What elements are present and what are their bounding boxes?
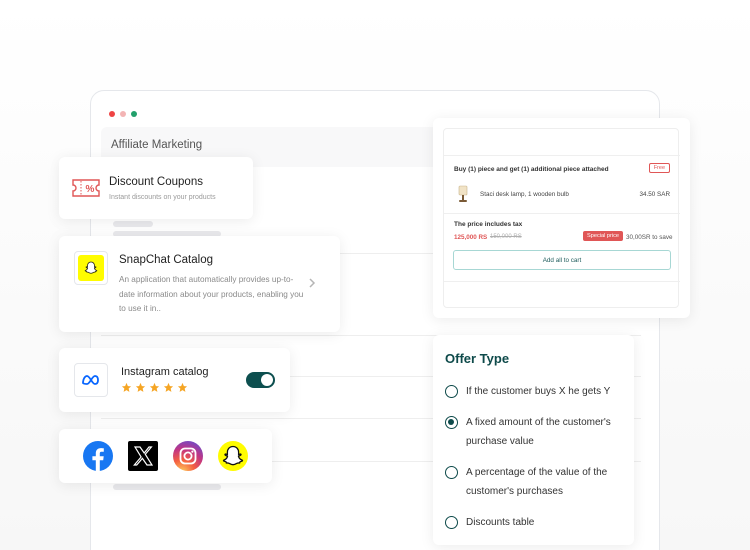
star-icon (121, 382, 132, 392)
free-badge: Free (648, 163, 670, 173)
snapchat-catalog-card[interactable]: SnapChat Catalog An application that aut… (59, 236, 340, 332)
offer-preview-card: Buy (1) piece and get (1) additional pie… (433, 118, 690, 318)
window-controls (109, 111, 137, 117)
divider (444, 155, 680, 156)
discount-coupons-card[interactable]: % Discount Coupons Instant discounts on … (59, 157, 253, 219)
product-price: 34.50 SAR (639, 191, 670, 198)
radio-button[interactable] (445, 385, 458, 398)
tax-note: The price includes tax (454, 221, 523, 228)
desk-lamp-image (456, 185, 470, 203)
offer-text: Buy (1) piece and get (1) additional pie… (454, 166, 609, 173)
offer-option-buy-x-get-y[interactable]: If the customer buys X he gets Y (445, 384, 628, 401)
option-label: A fixed amount of the customer's purchas… (466, 417, 611, 447)
product-name: Staci desk lamp, 1 wooden bulb (480, 191, 569, 198)
placeholder-bar (113, 221, 153, 227)
toggle-knob (261, 374, 273, 386)
special-price-badge: Special price (583, 231, 624, 241)
app-title: Affiliate Marketing (111, 139, 203, 151)
x-icon[interactable] (127, 440, 159, 472)
card-subtitle: Instant discounts on your products (109, 194, 216, 201)
offer-type-card: Offer Type If the customer buys X he get… (433, 335, 634, 545)
instagram-icon[interactable] (172, 440, 204, 472)
window-close-dot[interactable] (109, 111, 115, 117)
star-icon (177, 382, 188, 392)
offer-option-percentage[interactable]: A percentage of the value of the custome… (445, 465, 628, 501)
radio-button[interactable] (445, 466, 458, 479)
social-networks-card (59, 429, 272, 483)
star-icon (135, 382, 146, 392)
meta-logo-icon (74, 363, 108, 397)
offer-option-fixed-amount[interactable]: A fixed amount of the customer's purchas… (445, 415, 628, 451)
stage: Affiliate Marketing % Discount Coupons I… (0, 0, 750, 550)
placeholder-bar (113, 484, 221, 490)
chevron-right-icon[interactable] (308, 276, 316, 294)
radio-button-selected[interactable] (445, 416, 458, 429)
card-title: Instagram catalog (121, 366, 209, 378)
star-icon (149, 382, 160, 392)
radio-button[interactable] (445, 516, 458, 529)
price: 125,000 RS (454, 234, 488, 241)
snapchat-logo (74, 251, 108, 285)
card-title: SnapChat Catalog (119, 254, 213, 266)
add-all-to-cart-button[interactable]: Add all to cart (453, 250, 671, 270)
offer-type-title: Offer Type (445, 351, 510, 366)
instagram-catalog-toggle[interactable] (246, 372, 275, 388)
save-amount: 30,00SR to save (626, 234, 673, 241)
card-description: An application that automatically provid… (119, 275, 304, 313)
offer-preview-panel: Buy (1) piece and get (1) additional pie… (443, 128, 680, 308)
snapchat-icon[interactable] (217, 440, 249, 472)
facebook-icon[interactable] (82, 440, 114, 472)
option-label: If the customer buys X he gets Y (466, 386, 611, 397)
old-price: 150,000 RS (490, 234, 522, 240)
window-maximize-dot[interactable] (131, 111, 137, 117)
offer-option-discounts-table[interactable]: Discounts table (445, 515, 628, 532)
star-icon (163, 382, 174, 392)
option-label: Discounts table (466, 517, 535, 528)
svg-text:%: % (86, 184, 95, 195)
snapchat-ghost-icon (78, 255, 104, 281)
option-label: A percentage of the value of the custome… (466, 467, 608, 497)
divider (444, 213, 680, 214)
instagram-catalog-card: Instagram catalog (59, 348, 290, 412)
divider (444, 281, 680, 282)
star-rating (121, 382, 188, 393)
coupon-percent-icon: % (71, 178, 101, 203)
card-title: Discount Coupons (109, 176, 203, 188)
window-minimize-dot[interactable] (120, 111, 126, 117)
